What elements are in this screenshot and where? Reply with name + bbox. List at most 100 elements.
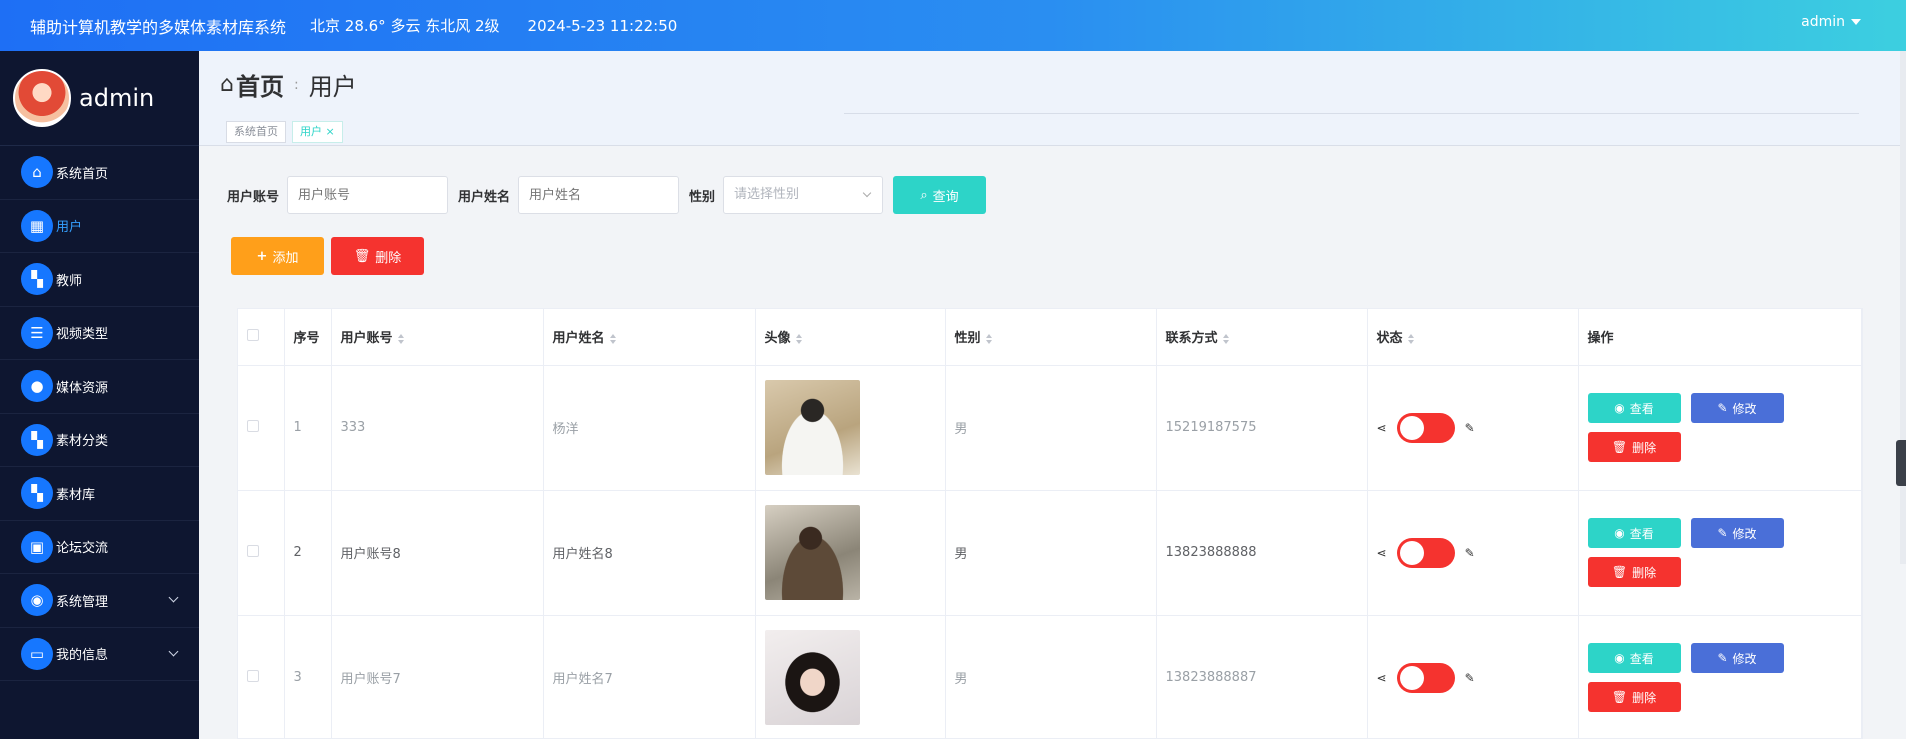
sort-icon[interactable] xyxy=(1222,333,1229,344)
breadcrumb-home[interactable]: 首页 xyxy=(236,67,284,102)
cell-avatar xyxy=(755,490,946,616)
sidebar-item-label: 用户 xyxy=(56,220,83,236)
query-button[interactable]: ⌕ 查询 xyxy=(893,176,987,214)
header-status-label: 状态 xyxy=(1376,331,1403,347)
scrollbar-track[interactable] xyxy=(1900,51,1906,564)
share-icon[interactable]: ⋖ xyxy=(1377,421,1387,435)
sort-icon[interactable] xyxy=(985,333,992,344)
header-contact[interactable]: 联系方式 xyxy=(1156,309,1368,366)
table-row: 1 333 杨洋 男 15219187575 ⋖ ✎ ◉ 查看 ✎ 修改 🗑 删除 xyxy=(238,365,1862,491)
apps-icon: ▚ xyxy=(21,263,53,296)
eye-icon: ◉ xyxy=(1614,401,1625,415)
status-toggle[interactable] xyxy=(1396,662,1455,693)
side-drawer-handle[interactable] xyxy=(1896,440,1906,486)
edit-button[interactable]: ✎ 修改 xyxy=(1690,393,1784,423)
header-avatar[interactable]: 头像 xyxy=(755,309,946,366)
home-icon: ⌂ xyxy=(220,72,234,97)
header-avatar-label: 头像 xyxy=(764,331,791,347)
cell-avatar xyxy=(755,615,946,739)
view-button[interactable]: ◉ 查看 xyxy=(1587,518,1681,548)
pencil-icon: ✎ xyxy=(1717,526,1728,540)
sort-icon[interactable] xyxy=(397,333,404,344)
add-button[interactable]: + 添加 xyxy=(231,237,324,275)
cell-index: 3 xyxy=(284,615,332,739)
user-dropdown-label: admin xyxy=(1801,14,1845,30)
share-icon[interactable]: ⋖ xyxy=(1377,671,1387,685)
account-input[interactable] xyxy=(287,176,449,214)
tag-users[interactable]: 用户 × xyxy=(292,121,343,143)
sort-icon[interactable] xyxy=(795,333,802,344)
header-name[interactable]: 用户姓名 xyxy=(543,309,756,366)
status-toggle[interactable] xyxy=(1396,412,1455,443)
sidebar-item-label: 我的信息 xyxy=(56,648,109,664)
sidebar-item-system-management[interactable]: ◉ 系统管理 xyxy=(0,574,199,628)
view-button[interactable]: ◉ 查看 xyxy=(1587,643,1681,673)
user-photo[interactable] xyxy=(764,505,860,600)
sidebar-item-label: 素材分类 xyxy=(56,434,109,450)
sidebar-item-my-info[interactable]: ▭ 我的信息 xyxy=(0,628,199,681)
name-label: 用户姓名 xyxy=(458,189,511,205)
query-button-label: 查询 xyxy=(932,189,959,205)
select-all-checkbox[interactable] xyxy=(247,328,259,341)
row-checkbox[interactable] xyxy=(247,419,259,432)
cell-gender: 男 xyxy=(945,365,1157,491)
row-checkbox[interactable] xyxy=(247,544,259,557)
status-toggle[interactable] xyxy=(1396,537,1455,568)
cell-ops: ◉ 查看 ✎ 修改 🗑 删除 xyxy=(1578,615,1862,739)
pencil-icon[interactable]: ✎ xyxy=(1465,546,1475,560)
table-row: 2 用户账号8 用户姓名8 男 13823888888 ⋖ ✎ ◉ 查看 ✎ 修改 … xyxy=(238,490,1862,616)
apps-icon: ▚ xyxy=(21,477,53,510)
cell-gender: 男 xyxy=(945,490,1157,616)
user-photo[interactable] xyxy=(764,380,860,475)
sidebar-item-home[interactable]: ⌂ 系统首页 xyxy=(0,146,199,200)
header-gender-label: 性别 xyxy=(954,331,981,347)
card-icon: ▭ xyxy=(21,637,53,670)
apps-icon: ▚ xyxy=(21,423,53,456)
tab-tags: 系统首页 用户 × xyxy=(226,121,343,143)
pencil-icon[interactable]: ✎ xyxy=(1465,671,1475,685)
breadcrumb-current: 用户 xyxy=(308,73,357,101)
cell-name: 杨洋 xyxy=(543,365,756,491)
delete-button[interactable]: 🗑 删除 xyxy=(331,237,424,275)
header-status[interactable]: 状态 xyxy=(1367,309,1579,366)
sidebar-item-forum[interactable]: ▣ 论坛交流 xyxy=(0,521,199,574)
tag-home[interactable]: 系统首页 xyxy=(226,121,286,143)
row-checkbox[interactable] xyxy=(247,669,259,682)
view-button[interactable]: ◉ 查看 xyxy=(1587,393,1681,423)
user-photo[interactable] xyxy=(764,630,860,725)
sidebar-item-label: 教师 xyxy=(56,273,83,289)
share-icon[interactable]: ⋖ xyxy=(1377,546,1387,560)
header-name-label: 用户姓名 xyxy=(552,331,605,347)
sidebar-item-material-library[interactable]: ▚ 素材库 xyxy=(0,467,199,521)
sidebar-item-media[interactable]: ● 媒体资源 xyxy=(0,360,199,414)
pencil-icon[interactable]: ✎ xyxy=(1465,421,1475,435)
user-dropdown[interactable]: admin xyxy=(1801,14,1861,30)
name-input[interactable] xyxy=(518,176,680,214)
sidebar-username: admin xyxy=(79,84,155,112)
row-delete-button[interactable]: 🗑 删除 xyxy=(1587,432,1681,462)
account-label: 用户账号 xyxy=(227,189,280,205)
sidebar: admin ⌂ 系统首页 ▦ 用户 ▚ 教师 ☰ 视频类型 ● 媒体资源 ▚ 素… xyxy=(0,51,199,739)
sidebar-item-teachers[interactable]: ▚ 教师 xyxy=(0,253,199,307)
gender-select[interactable]: 请选择性别 xyxy=(723,176,884,214)
table-header-row: 序号 用户账号 用户姓名 头像 性别 联系方式 状态 操作 xyxy=(238,309,1862,366)
sort-icon[interactable] xyxy=(1407,333,1414,344)
sidebar-profile: admin xyxy=(0,51,199,146)
sidebar-item-users[interactable]: ▦ 用户 xyxy=(0,200,199,253)
pencil-icon: ✎ xyxy=(1717,651,1728,665)
caret-down-icon xyxy=(1851,19,1861,25)
cell-ops: ◉ 查看 ✎ 修改 🗑 删除 xyxy=(1578,365,1862,491)
header-gender[interactable]: 性别 xyxy=(945,309,1157,366)
toggle-knob xyxy=(1399,415,1424,440)
row-delete-button[interactable]: 🗑 删除 xyxy=(1587,557,1681,587)
sidebar-item-material-categories[interactable]: ▚ 素材分类 xyxy=(0,414,199,467)
sidebar-item-video-types[interactable]: ☰ 视频类型 xyxy=(0,307,199,360)
row-delete-button-label: 删除 xyxy=(1632,440,1657,455)
close-icon[interactable]: × xyxy=(326,125,335,138)
edit-button[interactable]: ✎ 修改 xyxy=(1690,643,1784,673)
main-panel: 用户账号 用户姓名 性别 请选择性别 ⌕ 查询 + 添加 🗑 删除 xyxy=(199,146,1906,739)
sort-icon[interactable] xyxy=(609,333,616,344)
header-account[interactable]: 用户账号 xyxy=(331,309,544,366)
row-delete-button[interactable]: 🗑 删除 xyxy=(1587,682,1681,712)
edit-button[interactable]: ✎ 修改 xyxy=(1690,518,1784,548)
